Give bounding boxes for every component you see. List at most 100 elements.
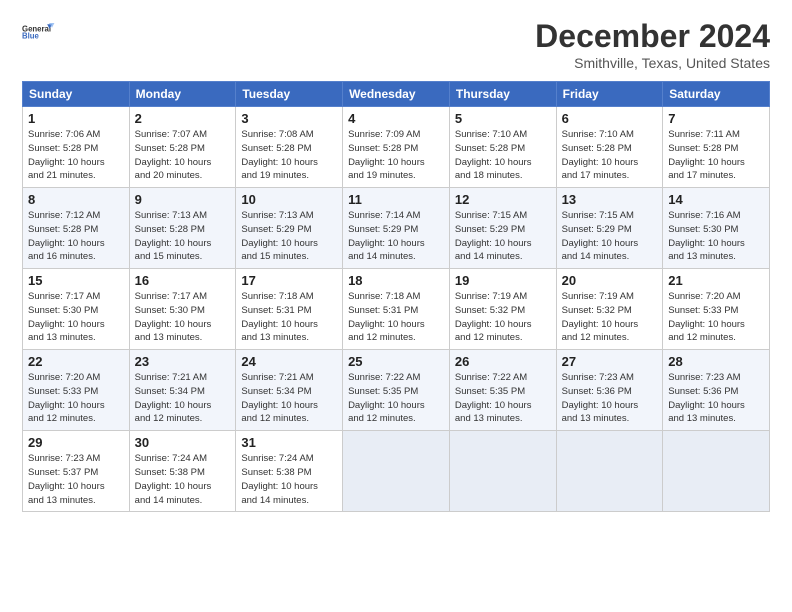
week-row-1: 1Sunrise: 7:06 AM Sunset: 5:28 PM Daylig… (23, 107, 770, 188)
day-number: 18 (348, 273, 444, 288)
location: Smithville, Texas, United States (535, 55, 770, 71)
day-number: 7 (668, 111, 764, 126)
weekday-header-wednesday: Wednesday (343, 82, 450, 107)
day-cell-20: 20 Sunrise: 7:19 AM Sunset: 5:32 PM Dayli… (556, 269, 663, 350)
day-info: Sunrise: 7:18 AM Sunset: 5:31 PM Dayligh… (241, 290, 337, 345)
weekday-header-saturday: Saturday (663, 82, 770, 107)
empty-cell (556, 431, 663, 512)
day-number: 28 (668, 354, 764, 369)
day-number: 26 (455, 354, 551, 369)
day-number: 25 (348, 354, 444, 369)
day-cell-5: 5Sunrise: 7:10 AM Sunset: 5:28 PM Daylig… (449, 107, 556, 188)
day-info: Sunrise: 7:23 AM Sunset: 5:36 PM Dayligh… (562, 371, 658, 426)
day-info: Sunrise: 7:23 AM Sunset: 5:36 PM Dayligh… (668, 371, 764, 426)
day-number: 14 (668, 192, 764, 207)
weekday-header-sunday: Sunday (23, 82, 130, 107)
day-info: Sunrise: 7:07 AM Sunset: 5:28 PM Dayligh… (135, 128, 231, 183)
weekday-header-thursday: Thursday (449, 82, 556, 107)
day-number: 4 (348, 111, 444, 126)
day-number: 29 (28, 435, 124, 450)
day-cell-11: 11 Sunrise: 7:14 AM Sunset: 5:29 PM Dayli… (343, 188, 450, 269)
logo-icon: GeneralBlue (22, 18, 58, 46)
title-block: December 2024 Smithville, Texas, United … (535, 18, 770, 71)
day-number: 22 (28, 354, 124, 369)
day-cell-1: 1Sunrise: 7:06 AM Sunset: 5:28 PM Daylig… (23, 107, 130, 188)
day-info: Sunrise: 7:11 AM Sunset: 5:28 PM Dayligh… (668, 128, 764, 183)
day-number: 20 (562, 273, 658, 288)
day-cell-29: 29 Sunrise: 7:23 AM Sunset: 5:37 PM Dayli… (23, 431, 130, 512)
empty-cell (449, 431, 556, 512)
day-number: 16 (135, 273, 231, 288)
day-number: 10 (241, 192, 337, 207)
day-number: 11 (348, 192, 444, 207)
day-cell-21: 21Sunrise: 7:20 AM Sunset: 5:33 PM Dayli… (663, 269, 770, 350)
logo: GeneralBlue (22, 18, 58, 46)
day-cell-28: 28 Sunrise: 7:23 AM Sunset: 5:36 PM Dayli… (663, 350, 770, 431)
day-cell-4: 4Sunrise: 7:09 AM Sunset: 5:28 PM Daylig… (343, 107, 450, 188)
day-cell-10: 10 Sunrise: 7:13 AM Sunset: 5:29 PM Dayli… (236, 188, 343, 269)
day-number: 2 (135, 111, 231, 126)
day-number: 6 (562, 111, 658, 126)
svg-text:Blue: Blue (22, 32, 40, 41)
day-info: Sunrise: 7:06 AM Sunset: 5:28 PM Dayligh… (28, 128, 124, 183)
day-info: Sunrise: 7:15 AM Sunset: 5:29 PM Dayligh… (562, 209, 658, 264)
day-info: Sunrise: 7:10 AM Sunset: 5:28 PM Dayligh… (562, 128, 658, 183)
day-number: 17 (241, 273, 337, 288)
day-cell-2: 2 Sunrise: 7:07 AM Sunset: 5:28 PM Daylig… (129, 107, 236, 188)
weekday-header-tuesday: Tuesday (236, 82, 343, 107)
day-cell-18: 18 Sunrise: 7:18 AM Sunset: 5:31 PM Dayli… (343, 269, 450, 350)
day-cell-7: 7 Sunrise: 7:11 AM Sunset: 5:28 PM Daylig… (663, 107, 770, 188)
day-info: Sunrise: 7:23 AM Sunset: 5:37 PM Dayligh… (28, 452, 124, 507)
weekday-header-monday: Monday (129, 82, 236, 107)
day-info: Sunrise: 7:08 AM Sunset: 5:28 PM Dayligh… (241, 128, 337, 183)
day-info: Sunrise: 7:21 AM Sunset: 5:34 PM Dayligh… (135, 371, 231, 426)
day-cell-9: 9 Sunrise: 7:13 AM Sunset: 5:28 PM Daylig… (129, 188, 236, 269)
day-cell-6: 6 Sunrise: 7:10 AM Sunset: 5:28 PM Daylig… (556, 107, 663, 188)
day-number: 9 (135, 192, 231, 207)
day-info: Sunrise: 7:24 AM Sunset: 5:38 PM Dayligh… (241, 452, 337, 507)
day-number: 24 (241, 354, 337, 369)
day-number: 23 (135, 354, 231, 369)
week-row-3: 15 Sunrise: 7:17 AM Sunset: 5:30 PM Dayli… (23, 269, 770, 350)
month-title: December 2024 (535, 18, 770, 55)
day-info: Sunrise: 7:20 AM Sunset: 5:33 PM Dayligh… (28, 371, 124, 426)
day-info: Sunrise: 7:19 AM Sunset: 5:32 PM Dayligh… (562, 290, 658, 345)
day-cell-13: 13 Sunrise: 7:15 AM Sunset: 5:29 PM Dayli… (556, 188, 663, 269)
day-number: 13 (562, 192, 658, 207)
day-info: Sunrise: 7:24 AM Sunset: 5:38 PM Dayligh… (135, 452, 231, 507)
day-cell-27: 27 Sunrise: 7:23 AM Sunset: 5:36 PM Dayli… (556, 350, 663, 431)
day-info: Sunrise: 7:14 AM Sunset: 5:29 PM Dayligh… (348, 209, 444, 264)
day-cell-23: 23 Sunrise: 7:21 AM Sunset: 5:34 PM Dayli… (129, 350, 236, 431)
day-info: Sunrise: 7:22 AM Sunset: 5:35 PM Dayligh… (455, 371, 551, 426)
day-cell-15: 15 Sunrise: 7:17 AM Sunset: 5:30 PM Dayli… (23, 269, 130, 350)
day-info: Sunrise: 7:22 AM Sunset: 5:35 PM Dayligh… (348, 371, 444, 426)
day-number: 27 (562, 354, 658, 369)
day-info: Sunrise: 7:13 AM Sunset: 5:29 PM Dayligh… (241, 209, 337, 264)
calendar-table: SundayMondayTuesdayWednesdayThursdayFrid… (22, 81, 770, 512)
day-info: Sunrise: 7:17 AM Sunset: 5:30 PM Dayligh… (135, 290, 231, 345)
day-info: Sunrise: 7:13 AM Sunset: 5:28 PM Dayligh… (135, 209, 231, 264)
day-cell-25: 25 Sunrise: 7:22 AM Sunset: 5:35 PM Dayli… (343, 350, 450, 431)
day-info: Sunrise: 7:19 AM Sunset: 5:32 PM Dayligh… (455, 290, 551, 345)
day-cell-31: 31 Sunrise: 7:24 AM Sunset: 5:38 PM Dayli… (236, 431, 343, 512)
week-row-4: 22 Sunrise: 7:20 AM Sunset: 5:33 PM Dayli… (23, 350, 770, 431)
page: GeneralBlue December 2024 Smithville, Te… (0, 0, 792, 612)
header: GeneralBlue December 2024 Smithville, Te… (22, 18, 770, 71)
day-cell-26: 26 Sunrise: 7:22 AM Sunset: 5:35 PM Dayli… (449, 350, 556, 431)
day-cell-22: 22 Sunrise: 7:20 AM Sunset: 5:33 PM Dayli… (23, 350, 130, 431)
day-info: Sunrise: 7:16 AM Sunset: 5:30 PM Dayligh… (668, 209, 764, 264)
day-info: Sunrise: 7:18 AM Sunset: 5:31 PM Dayligh… (348, 290, 444, 345)
day-cell-3: 3Sunrise: 7:08 AM Sunset: 5:28 PM Daylig… (236, 107, 343, 188)
day-cell-30: 30Sunrise: 7:24 AM Sunset: 5:38 PM Dayli… (129, 431, 236, 512)
day-cell-12: 12Sunrise: 7:15 AM Sunset: 5:29 PM Dayli… (449, 188, 556, 269)
day-info: Sunrise: 7:15 AM Sunset: 5:29 PM Dayligh… (455, 209, 551, 264)
day-number: 15 (28, 273, 124, 288)
day-cell-14: 14 Sunrise: 7:16 AM Sunset: 5:30 PM Dayli… (663, 188, 770, 269)
day-info: Sunrise: 7:17 AM Sunset: 5:30 PM Dayligh… (28, 290, 124, 345)
day-number: 31 (241, 435, 337, 450)
week-row-2: 8Sunrise: 7:12 AM Sunset: 5:28 PM Daylig… (23, 188, 770, 269)
weekday-header-row: SundayMondayTuesdayWednesdayThursdayFrid… (23, 82, 770, 107)
day-info: Sunrise: 7:12 AM Sunset: 5:28 PM Dayligh… (28, 209, 124, 264)
day-cell-19: 19 Sunrise: 7:19 AM Sunset: 5:32 PM Dayli… (449, 269, 556, 350)
day-number: 19 (455, 273, 551, 288)
